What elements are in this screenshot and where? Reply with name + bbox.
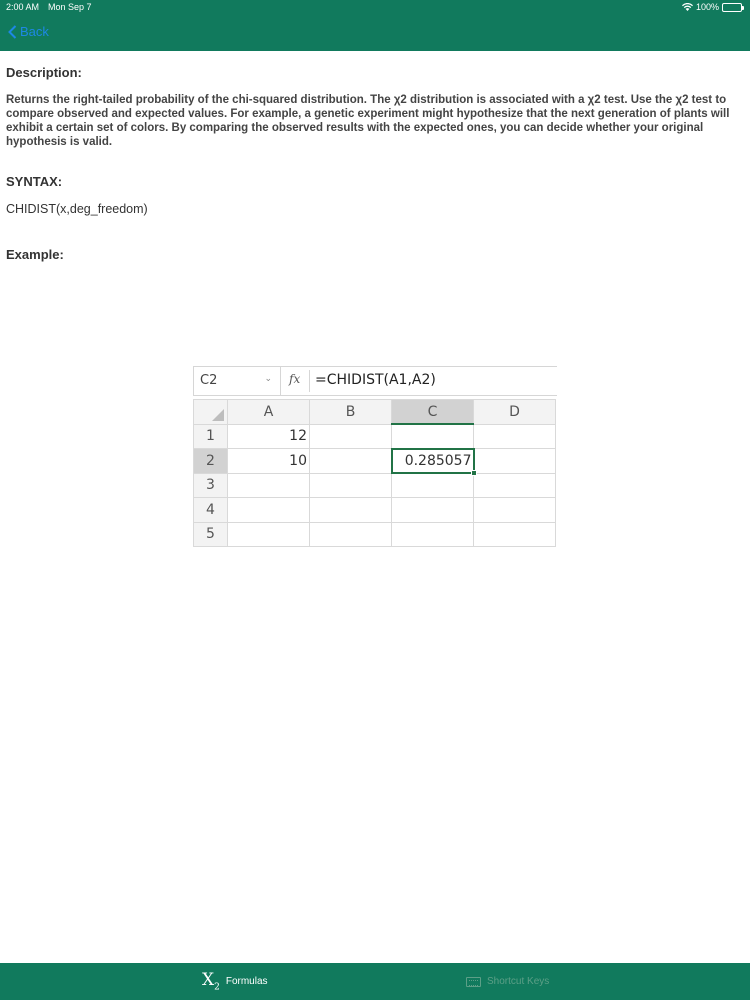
cell-c1 [391,423,474,449]
tab-formulas-label: Formulas [225,976,268,987]
top-bar: 2:00 AM Mon Sep 7 100% Back [0,0,750,51]
status-right: 100% [681,2,744,12]
cell-c4 [391,497,474,523]
cell-d5 [473,521,556,547]
description-heading: Description: [6,65,82,80]
back-button[interactable]: Back [8,24,49,39]
wifi-icon [681,3,693,11]
tab-formulas[interactable]: X2 Formulas [202,963,268,1000]
battery-icon [722,2,744,12]
cell-grid: A B C D 1 12 2 10 0.285057 3 4 5 [193,399,556,547]
cell-a2: 10 [227,448,310,474]
cell-a1: 12 [227,423,310,449]
column-header-c: C [391,399,474,425]
fill-handle [470,470,477,476]
cell-c2-active: 0.285057 [390,447,477,476]
battery-percent: 100% [695,2,719,12]
column-header-a: A [227,399,310,425]
cell-d3 [473,472,556,498]
column-header-b: B [309,399,392,425]
status-time: 2:00 AM [6,2,40,12]
cell-d4 [473,497,556,523]
name-box-value: C2 [200,373,218,388]
cell-b1 [309,423,392,449]
example-spreadsheet-image: C2 ⌄ fx =CHIDIST(A1,A2) A B C D 1 12 2 1… [193,366,557,547]
cell-d1 [473,423,556,449]
description-text: Returns the right-tailed probability of … [6,94,730,148]
back-label: Back [20,24,49,39]
table-row: 1 12 [193,423,556,449]
tab-bar: X2 Formulas Shortcut Keys [0,963,750,1000]
chevron-down-icon: ⌄ [264,374,272,384]
keyboard-icon [466,976,481,987]
cell-b2 [309,448,392,474]
row-header: 4 [193,497,228,523]
chevron-left-icon [8,24,17,39]
select-all-corner [193,399,228,425]
row-header: 5 [193,521,228,547]
example-heading: Example: [6,247,64,262]
row-header: 2 [193,448,228,474]
cell-b3 [309,472,392,498]
formula-divider [309,370,310,392]
column-header-row: A B C D [193,399,556,425]
cell-b5 [309,521,392,547]
row-header: 1 [193,423,228,449]
syntax-heading: SYNTAX: [6,174,63,189]
table-row: 4 [193,497,556,523]
cell-c2-value: 0.285057 [404,452,472,469]
formula-text: =CHIDIST(A1,A2) [315,372,436,388]
column-header-d: D [473,399,556,425]
table-row: 3 [193,472,556,498]
cell-c3 [391,472,474,498]
status-bar: 2:00 AM Mon Sep 7 100% [0,0,750,14]
formula-bar: C2 ⌄ fx =CHIDIST(A1,A2) [193,366,557,396]
cell-d2 [473,448,556,474]
cell-b4 [309,497,392,523]
table-row: 2 10 0.285057 [193,447,556,476]
cell-a4 [227,497,310,523]
cell-a5 [227,521,310,547]
tab-shortcut-keys-label: Shortcut Keys [487,976,550,987]
fx-icon: fx [289,372,301,386]
name-box: C2 ⌄ [193,367,281,395]
row-header: 3 [193,472,228,498]
cell-c5 [391,521,474,547]
cell-a3 [227,472,310,498]
status-date: Mon Sep 7 [48,2,92,12]
syntax-text: CHIDIST(x,deg_freedom) [6,202,148,216]
x2-formulas-icon: X2 [202,970,220,993]
tab-shortcut-keys[interactable]: Shortcut Keys [466,963,549,1000]
table-row: 5 [193,521,556,547]
